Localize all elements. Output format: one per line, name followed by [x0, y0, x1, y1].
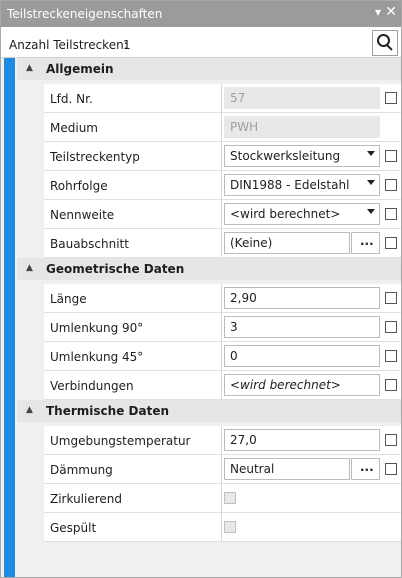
bauabschnitt-browse-button[interactable]: ...: [351, 232, 380, 254]
property-label: Bauabschnitt: [50, 237, 129, 251]
umgebungstemperatur-checkbox[interactable]: [385, 434, 397, 446]
umgebungstemperatur-input[interactable]: 27,0: [224, 429, 380, 451]
lfd-nr-checkbox[interactable]: [385, 92, 397, 104]
search-icon-handle: [386, 44, 393, 51]
row-bauabschnitt: Bauabschnitt (Keine) ...: [44, 229, 401, 258]
row-daemmung: Dämmung Neutral ...: [44, 455, 401, 484]
row-zirkulierend: Zirkulierend: [44, 484, 401, 513]
property-grid: ▲ Allgemein Lfd. Nr. 57 Medium PWH Teils…: [17, 58, 401, 542]
search-button[interactable]: [372, 30, 398, 56]
row-umlenkung-45: Umlenkung 45° 0: [44, 342, 401, 371]
bauabschnitt-checkbox[interactable]: [385, 237, 397, 249]
property-label: Nennweite: [50, 208, 115, 222]
category-title: Allgemein: [46, 62, 114, 76]
laenge-checkbox[interactable]: [385, 292, 397, 304]
row-laenge: Länge 2,90: [44, 284, 401, 313]
count-value: 1: [123, 38, 131, 52]
nennweite-select[interactable]: <wird berechnet>: [224, 203, 380, 225]
category-allgemein[interactable]: ▲ Allgemein: [17, 58, 401, 80]
teilstreckentyp-checkbox[interactable]: [385, 150, 397, 162]
umlenkung-90-checkbox[interactable]: [385, 321, 397, 333]
property-label: Verbindungen: [50, 379, 134, 393]
umlenkung-90-input[interactable]: 3: [224, 316, 380, 338]
rohrfolge-select[interactable]: DIN1988 - Edelstahl: [224, 174, 380, 196]
teilstreckentyp-select[interactable]: Stockwerksleitung: [224, 145, 380, 167]
property-label: Gespült: [50, 521, 97, 535]
collapse-icon[interactable]: ▲: [26, 63, 33, 73]
count-bar: Anzahl Teilstrecken: 1: [1, 27, 401, 58]
nennweite-checkbox[interactable]: [385, 208, 397, 220]
property-label: Zirkulierend: [50, 492, 122, 506]
row-umgebungstemperatur: Umgebungstemperatur 27,0: [44, 426, 401, 455]
verbindungen-input[interactable]: <wird berechnet>: [224, 374, 380, 396]
pin-dropdown-icon[interactable]: ▾: [375, 5, 381, 19]
row-verbindungen: Verbindungen <wird berechnet>: [44, 371, 401, 400]
row-rohrfolge: Rohrfolge DIN1988 - Edelstahl: [44, 171, 401, 200]
zirkulierend-checkbox: [224, 492, 236, 504]
property-label: Umgebungstemperatur: [50, 434, 191, 448]
row-teilstreckentyp: Teilstreckentyp Stockwerksleitung: [44, 142, 401, 171]
accent-strip: [4, 58, 15, 577]
category-title: Geometrische Daten: [46, 262, 185, 276]
window-title: Teilstreckeneigenschaften: [7, 7, 163, 21]
row-medium: Medium PWH: [44, 113, 401, 142]
dropdown-arrow-icon[interactable]: [367, 209, 375, 214]
row-lfd-nr: Lfd. Nr. 57: [44, 84, 401, 113]
row-gespuelt: Gespült: [44, 513, 401, 542]
dropdown-arrow-icon[interactable]: [367, 151, 375, 156]
daemmung-browse-button[interactable]: ...: [351, 458, 380, 480]
category-title: Thermische Daten: [46, 404, 169, 418]
property-label: Rohrfolge: [50, 179, 108, 193]
lfd-nr-field: 57: [224, 87, 380, 109]
collapse-icon[interactable]: ▲: [26, 405, 33, 415]
daemmung-checkbox[interactable]: [385, 463, 397, 475]
property-label: Umlenkung 45°: [50, 350, 144, 364]
daemmung-field[interactable]: Neutral: [224, 458, 350, 480]
property-label: Länge: [50, 292, 87, 306]
count-label: Anzahl Teilstrecken:: [9, 38, 128, 52]
dropdown-arrow-icon[interactable]: [367, 180, 375, 185]
property-label: Lfd. Nr.: [50, 92, 93, 106]
umlenkung-45-input[interactable]: 0: [224, 345, 380, 367]
medium-field: PWH: [224, 116, 380, 138]
property-label: Umlenkung 90°: [50, 321, 144, 335]
row-nennweite: Nennweite <wird berechnet>: [44, 200, 401, 229]
category-thermisch[interactable]: ▲ Thermische Daten: [17, 400, 401, 422]
rohrfolge-checkbox[interactable]: [385, 179, 397, 191]
property-label: Teilstreckentyp: [50, 150, 140, 164]
properties-window: Teilstreckeneigenschaften ▾ ✕ Anzahl Tei…: [0, 0, 402, 578]
category-geometrie[interactable]: ▲ Geometrische Daten: [17, 258, 401, 280]
verbindungen-checkbox[interactable]: [385, 379, 397, 391]
umlenkung-45-checkbox[interactable]: [385, 350, 397, 362]
property-label: Medium: [50, 121, 98, 135]
title-bar[interactable]: Teilstreckeneigenschaften ▾ ✕: [1, 1, 401, 27]
laenge-input[interactable]: 2,90: [224, 287, 380, 309]
bauabschnitt-field[interactable]: (Keine): [224, 232, 350, 254]
gespuelt-checkbox: [224, 521, 236, 533]
collapse-icon[interactable]: ▲: [26, 263, 33, 273]
close-icon[interactable]: ✕: [385, 4, 397, 20]
row-umlenkung-90: Umlenkung 90° 3: [44, 313, 401, 342]
property-label: Dämmung: [50, 463, 113, 477]
